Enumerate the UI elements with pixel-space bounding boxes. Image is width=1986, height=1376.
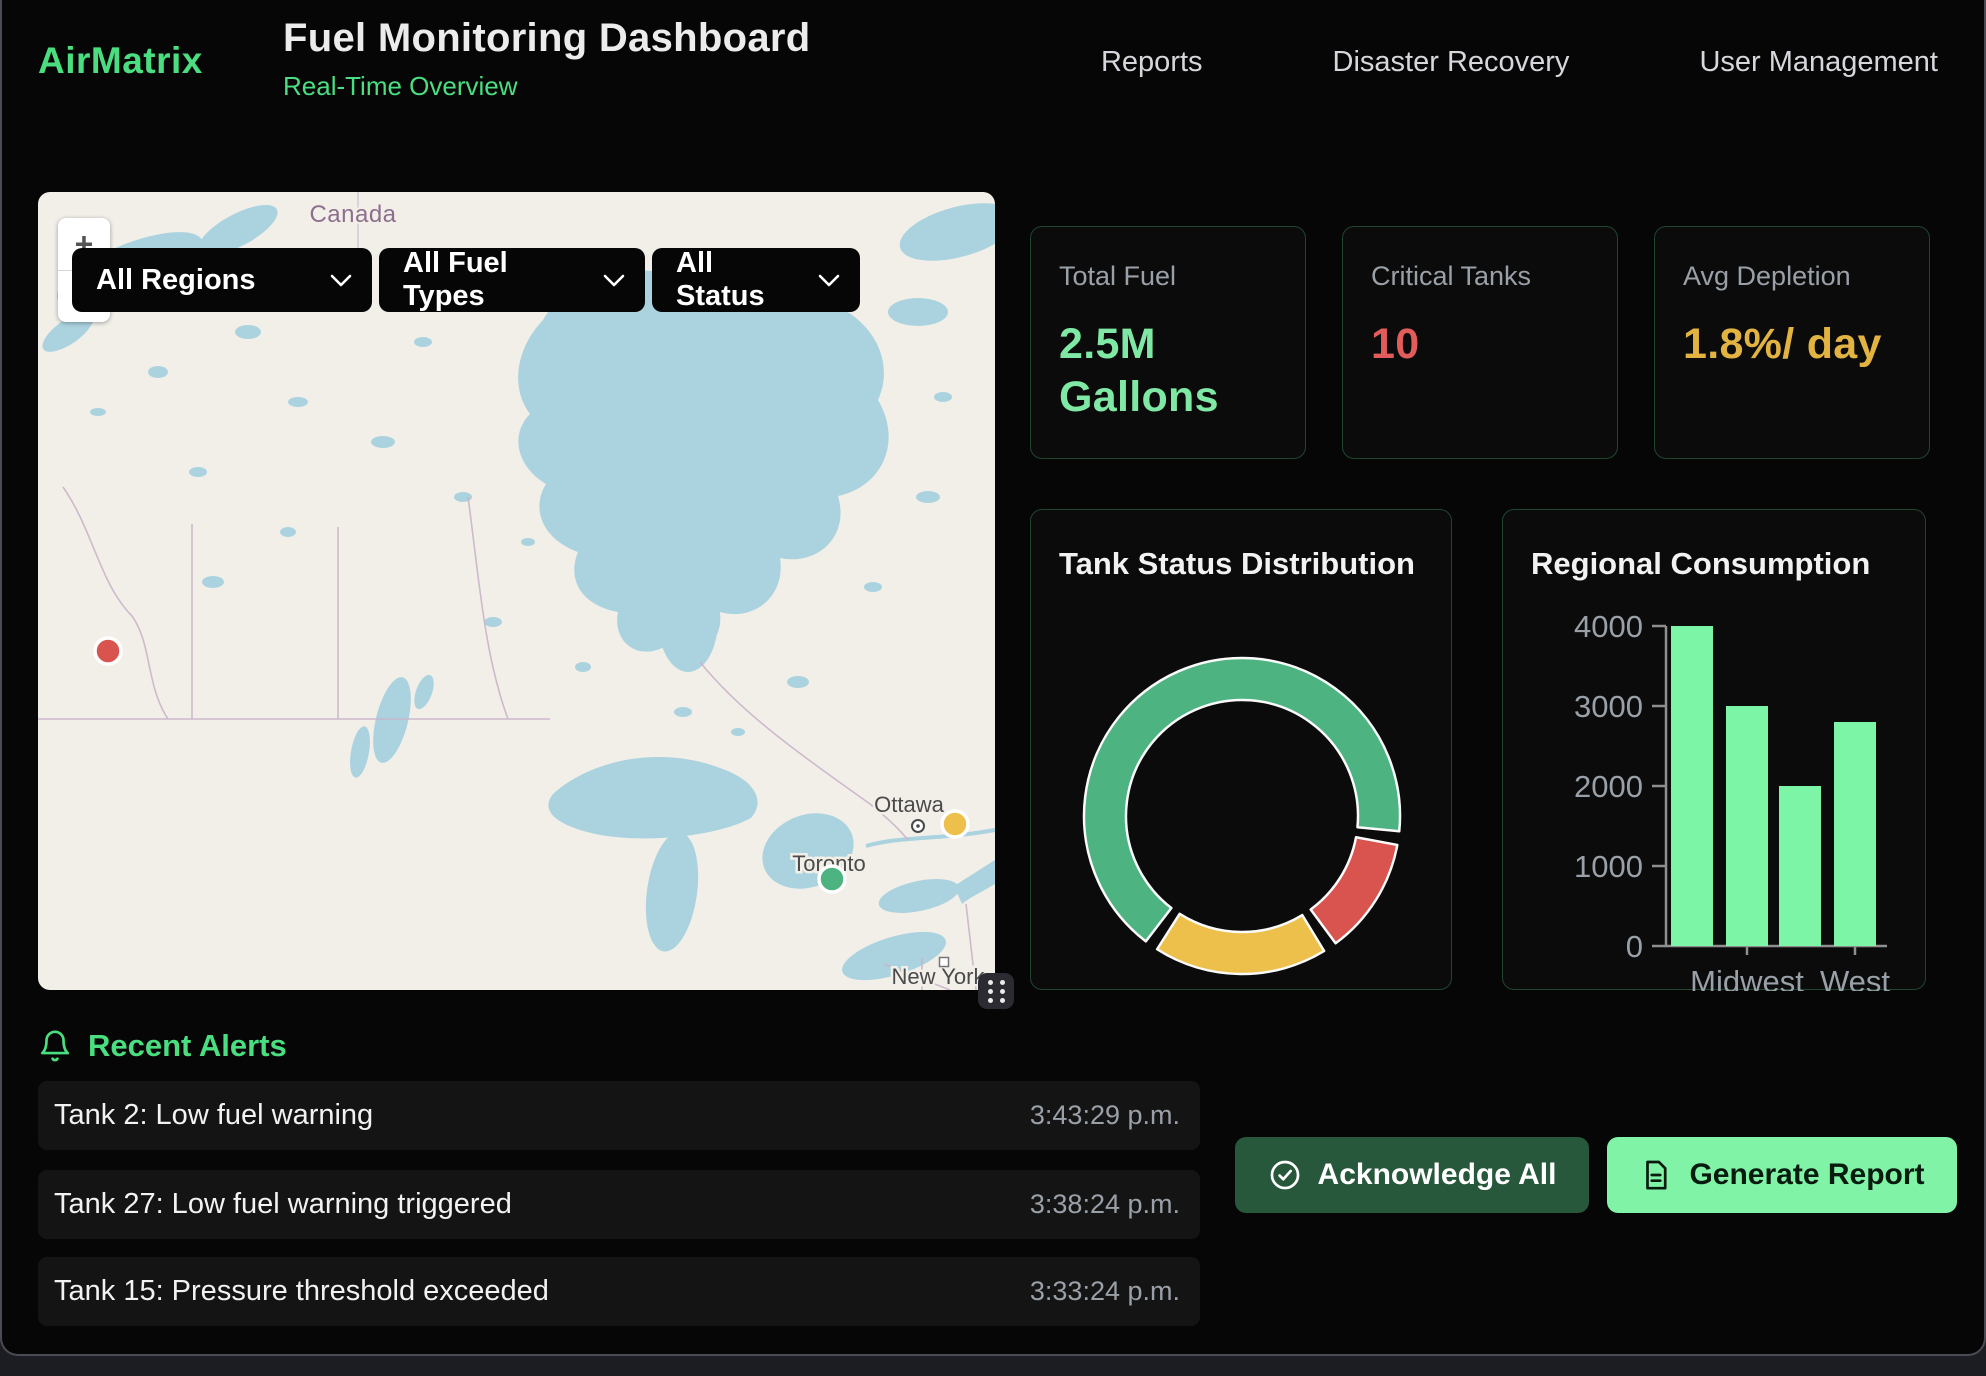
stat-label: Critical Tanks [1371, 261, 1589, 292]
tank-status-donut-chart [1031, 510, 1453, 991]
acknowledge-all-label: Acknowledge All [1318, 1158, 1557, 1192]
status-filter-value: All Status [676, 247, 800, 313]
acknowledge-all-button[interactable]: Acknowledge All [1235, 1137, 1589, 1213]
region-filter-value: All Regions [96, 264, 256, 297]
stat-value: 2.5M Gallons [1059, 318, 1277, 424]
stat-card-critical-tanks: Critical Tanks 10 [1342, 226, 1618, 459]
chevron-down-icon [603, 274, 625, 287]
tank-status-card: Tank Status Distribution [1030, 509, 1452, 990]
svg-text:Canada: Canada [309, 201, 396, 228]
alert-list-item: Tank 2: Low fuel warning 3:43:29 p.m. [38, 1081, 1200, 1150]
generate-report-label: Generate Report [1689, 1158, 1924, 1192]
status-filter-dropdown[interactable]: All Status [652, 248, 860, 312]
map-filters: All Regions All Fuel Types All Status [72, 248, 860, 312]
fuel-type-filter-value: All Fuel Types [403, 247, 585, 313]
check-circle-icon [1268, 1158, 1302, 1192]
stat-value: 10 [1371, 318, 1589, 371]
alert-timestamp: 3:38:24 p.m. [1030, 1189, 1180, 1220]
nav-user-management[interactable]: User Management [1699, 46, 1938, 79]
nav-disaster-recovery[interactable]: Disaster Recovery [1333, 46, 1570, 79]
region-filter-dropdown[interactable]: All Regions [72, 248, 372, 312]
stat-card-total-fuel: Total Fuel 2.5M Gallons [1030, 226, 1306, 459]
svg-text:West: West [1820, 964, 1890, 991]
dashboard-page: AirMatrix Fuel Monitoring Dashboard Real… [0, 0, 1986, 1376]
svg-text:Ottawa: Ottawa [874, 792, 944, 817]
svg-text:New York: New York [892, 964, 986, 989]
svg-text:4000: 4000 [1574, 609, 1643, 644]
svg-text:3000: 3000 [1574, 689, 1643, 724]
tank-marker-warning[interactable] [942, 811, 968, 837]
alert-message: Tank 27: Low fuel warning triggered [54, 1188, 512, 1221]
app-header: AirMatrix Fuel Monitoring Dashboard Real… [0, 0, 1986, 125]
nav-reports[interactable]: Reports [1101, 46, 1203, 79]
stat-label: Avg Depletion [1683, 261, 1901, 292]
alert-message: Tank 15: Pressure threshold exceeded [54, 1275, 549, 1308]
alert-list-item: Tank 15: Pressure threshold exceeded 3:3… [38, 1257, 1200, 1326]
svg-text:0: 0 [1626, 929, 1643, 964]
stat-label: Total Fuel [1059, 261, 1277, 292]
alerts-title: Recent Alerts [88, 1028, 287, 1064]
generate-report-button[interactable]: Generate Report [1607, 1137, 1957, 1213]
stat-card-avg-depletion: Avg Depletion 1.8%/ day [1654, 226, 1930, 459]
page-title: Fuel Monitoring Dashboard [283, 16, 810, 61]
page-subtitle: Real-Time Overview [283, 71, 810, 102]
regional-consumption-card: Regional Consumption 01000200030004000Mi… [1502, 509, 1926, 990]
svg-text:1000: 1000 [1574, 849, 1643, 884]
chevron-down-icon [330, 274, 352, 287]
alerts-header: Recent Alerts [38, 1028, 287, 1064]
svg-text:Midwest: Midwest [1690, 964, 1804, 991]
tank-marker-normal[interactable] [819, 866, 845, 892]
tank-marker-critical[interactable] [95, 638, 121, 664]
report-document-icon [1639, 1158, 1673, 1192]
map-resize-handle[interactable] [978, 973, 1014, 1009]
stat-value: 1.8%/ day [1683, 318, 1901, 371]
alert-timestamp: 3:43:29 p.m. [1030, 1100, 1180, 1131]
alert-list-item: Tank 27: Low fuel warning triggered 3:38… [38, 1170, 1200, 1239]
regional-consumption-bar-chart: 0 1000 2000 3000 4000 Midwest West [1503, 510, 1927, 991]
title-block: Fuel Monitoring Dashboard Real-Time Over… [283, 16, 810, 102]
svg-text:2000: 2000 [1574, 769, 1643, 804]
fuel-type-filter-dropdown[interactable]: All Fuel Types [379, 248, 645, 312]
alert-message: Tank 2: Low fuel warning [54, 1099, 373, 1132]
bell-icon [38, 1029, 72, 1063]
main-nav: Reports Disaster Recovery User Managemen… [1101, 0, 1938, 124]
app-logo: AirMatrix [38, 40, 203, 82]
alert-timestamp: 3:33:24 p.m. [1030, 1276, 1180, 1307]
chevron-down-icon [818, 274, 840, 287]
fuel-map[interactable]: CanadaOttawaTorontoNew York + − All Regi… [38, 192, 995, 990]
